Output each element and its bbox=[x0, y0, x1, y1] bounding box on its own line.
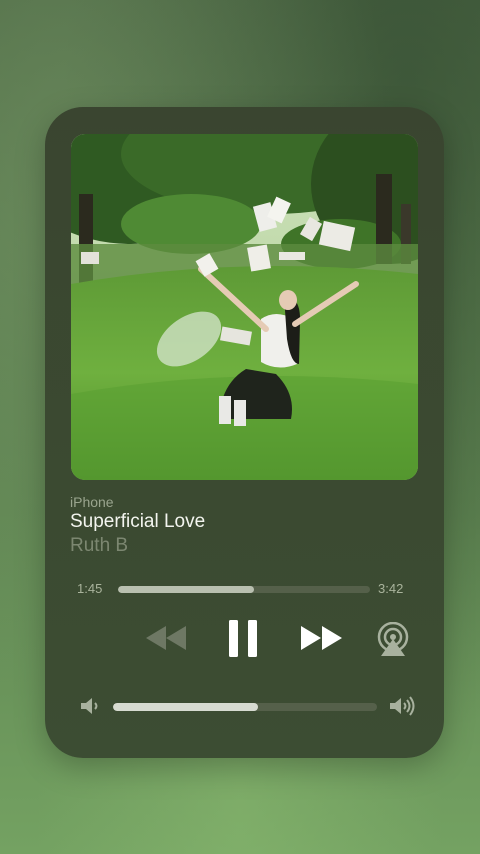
album-artwork bbox=[71, 134, 418, 480]
fast-forward-icon bbox=[301, 626, 342, 650]
pause-icon bbox=[229, 620, 257, 657]
track-artist: Ruth B bbox=[70, 535, 129, 556]
volume-high-icon bbox=[388, 695, 418, 722]
track-title: Superficial Love bbox=[70, 511, 206, 532]
volume-slider[interactable] bbox=[113, 703, 377, 711]
progress-scrubber[interactable] bbox=[118, 586, 370, 593]
elapsed-time: 1:45 bbox=[77, 581, 103, 596]
airplay-button[interactable] bbox=[376, 621, 410, 661]
total-time: 3:42 bbox=[378, 581, 404, 596]
progress-fill bbox=[118, 586, 255, 593]
playback-controls bbox=[45, 613, 444, 663]
pause-button[interactable] bbox=[229, 620, 257, 662]
fast-forward-button[interactable] bbox=[301, 626, 343, 655]
output-device-label: iPhone bbox=[70, 494, 114, 510]
rewind-button[interactable] bbox=[144, 626, 188, 655]
rewind-icon bbox=[146, 626, 186, 650]
now-playing-card: iPhone Superficial Love Ruth B 1:45 3:42 bbox=[45, 107, 444, 758]
volume-fill bbox=[113, 703, 259, 711]
airplay-icon bbox=[377, 621, 409, 656]
volume-low-icon bbox=[79, 695, 101, 722]
